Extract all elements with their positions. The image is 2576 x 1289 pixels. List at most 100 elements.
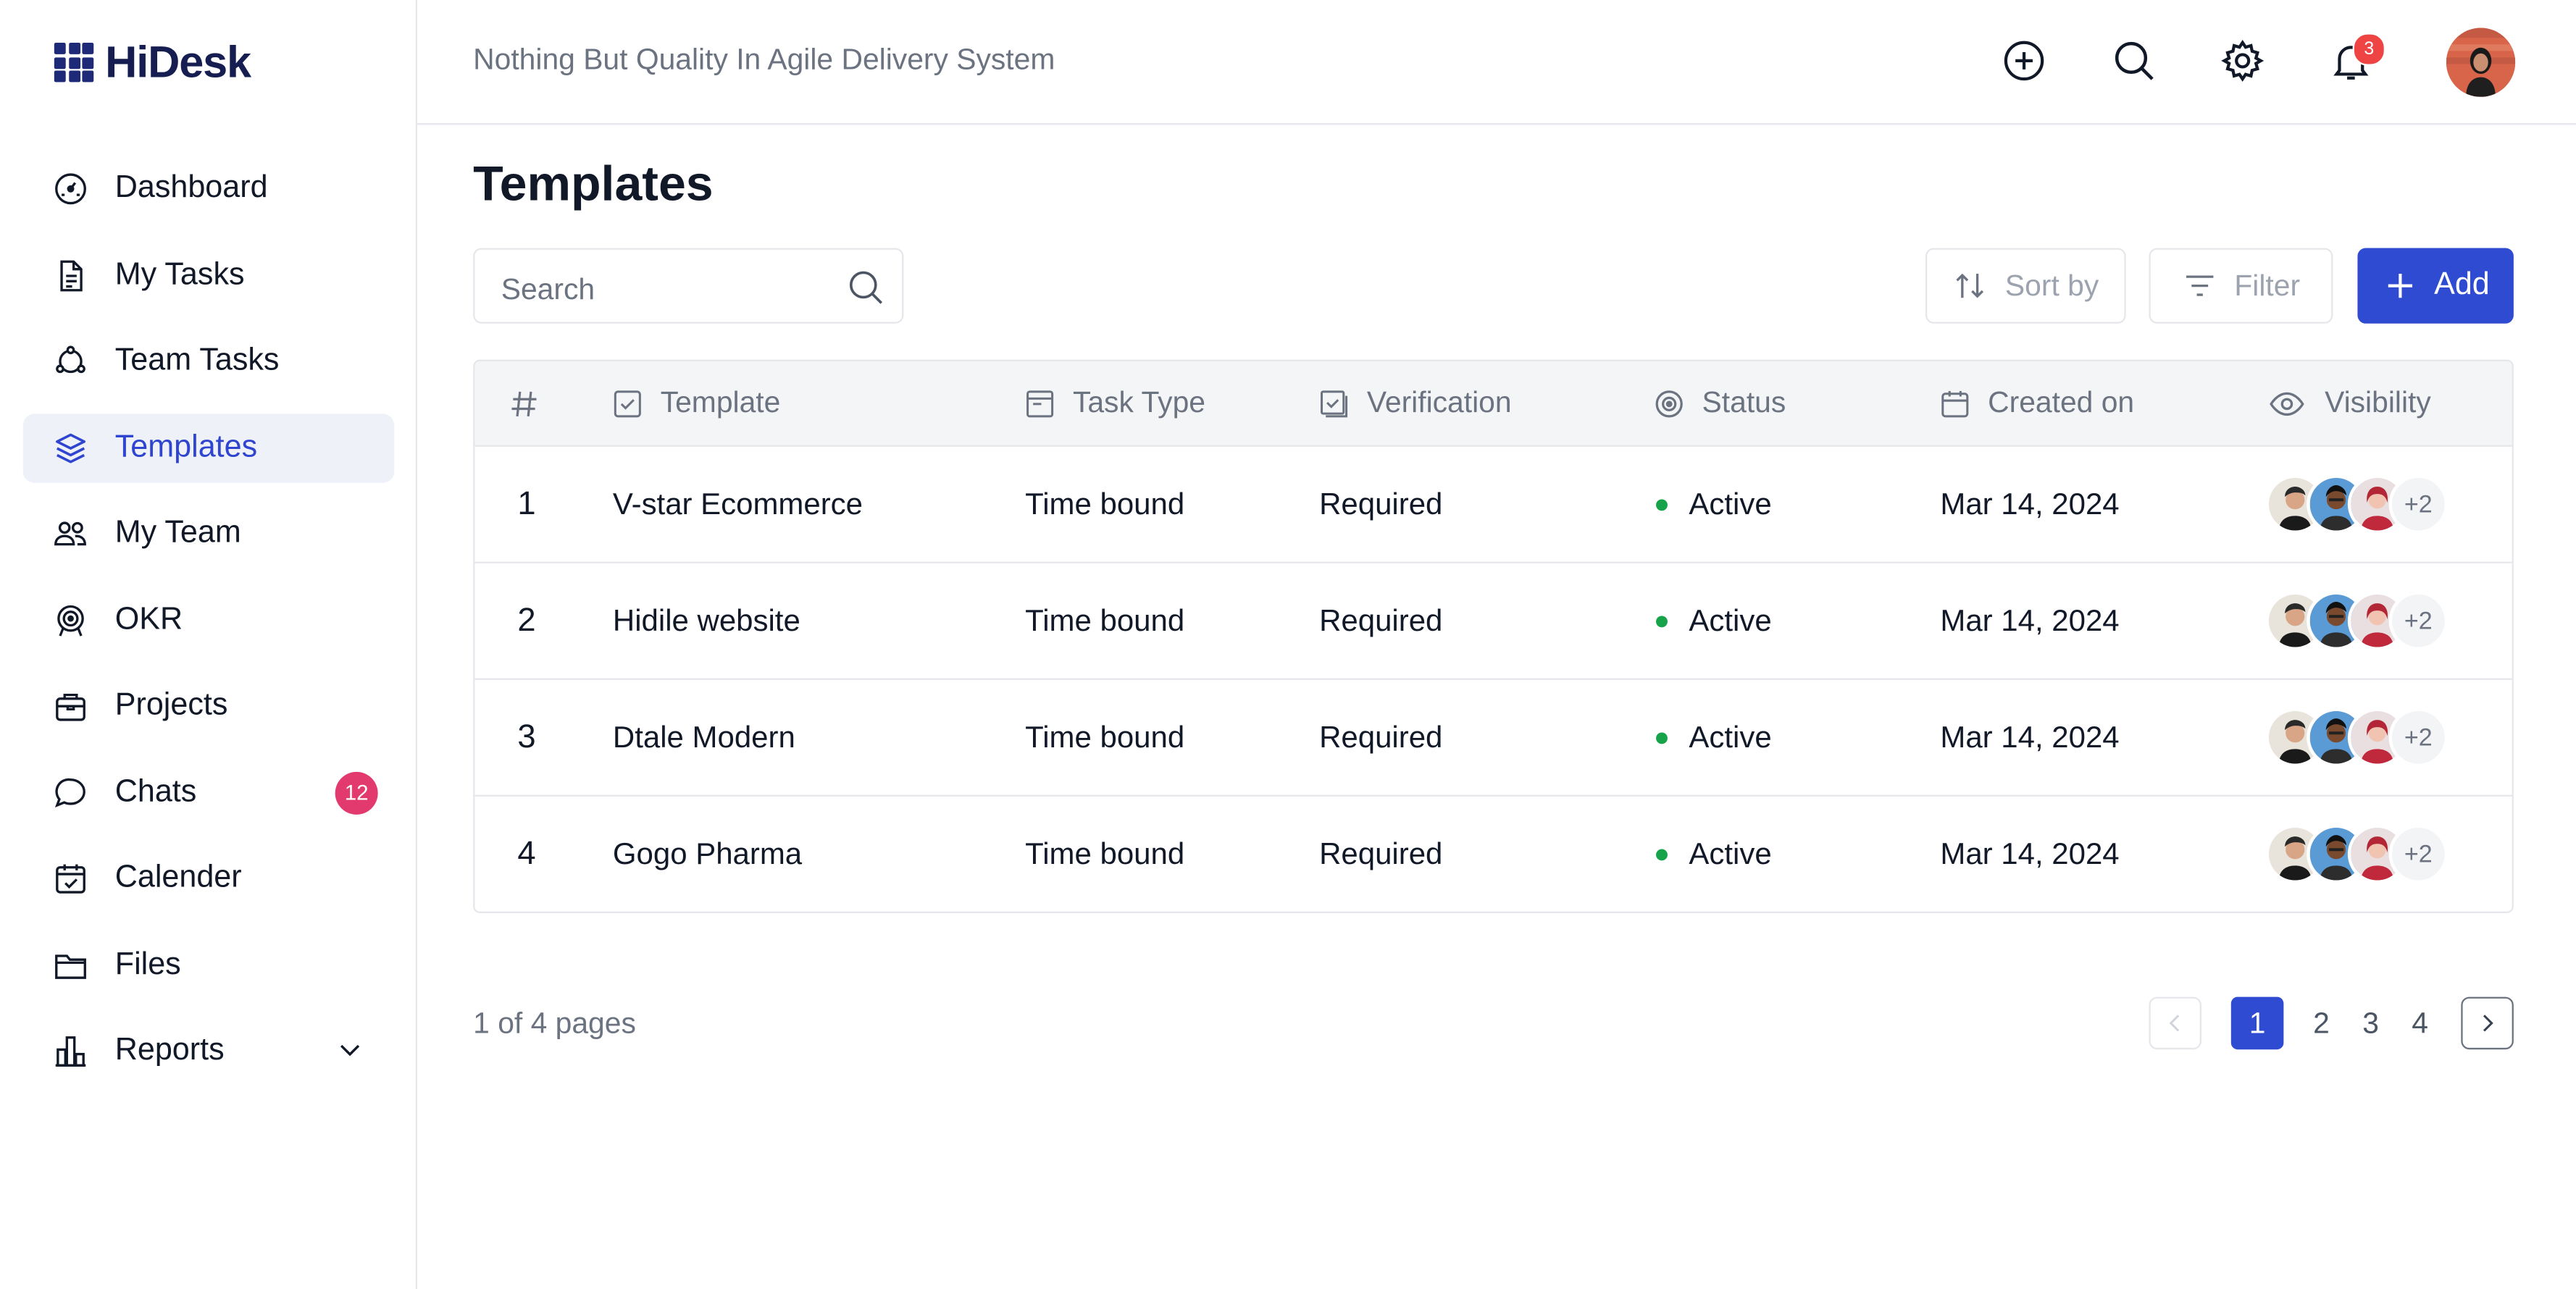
verification: Required <box>1319 602 1443 637</box>
chevron-right-icon <box>2483 1015 2493 1032</box>
sidebar-item-calender[interactable]: Calender <box>23 844 395 913</box>
logo-mark-icon <box>54 42 94 83</box>
briefcase-icon <box>53 688 89 724</box>
sidebar-item-files[interactable]: Files <box>23 931 395 999</box>
filter-button-label: Filter <box>2234 268 2301 302</box>
created-on: Mar 14, 2024 <box>1940 602 2120 637</box>
filter-button[interactable]: Filter <box>2149 248 2333 324</box>
task-type: Time bound <box>1025 486 1185 521</box>
sidebar-item-label: Reports <box>114 1033 225 1068</box>
sidebar-item-okr[interactable]: OKR <box>23 586 395 655</box>
sidebar-item-my-team[interactable]: My Team <box>23 499 395 568</box>
unread-count-badge: 12 <box>335 771 378 814</box>
table-row[interactable]: 2 Hidile website Time bound Required Act… <box>474 563 2512 680</box>
gear-icon[interactable] <box>2218 36 2267 85</box>
more-avatars-count: +2 <box>2388 474 2449 534</box>
document-icon <box>53 257 89 293</box>
sidebar-item-label: Files <box>114 946 181 982</box>
created-on: Mar 14, 2024 <box>1940 836 2120 870</box>
more-avatars-count: +2 <box>2388 824 2449 884</box>
visibility-avatars[interactable]: +2 <box>2265 708 2449 768</box>
prev-page-button[interactable] <box>2149 996 2201 1050</box>
created-on: Mar 14, 2024 <box>1940 719 2120 754</box>
sidebar-item-label: Chats <box>114 774 197 809</box>
sidebar-item-projects[interactable]: Projects <box>23 672 395 741</box>
status-cell: Active <box>1656 797 1772 912</box>
column-task-type[interactable]: Task Type <box>1024 361 1205 445</box>
sort-arrows-icon <box>1957 273 1985 298</box>
search-icon[interactable] <box>2109 36 2159 85</box>
status-label: Active <box>1689 486 1772 521</box>
status-dot-icon <box>1656 615 1668 627</box>
status-cell: Active <box>1656 447 1772 562</box>
search-input[interactable] <box>498 266 833 312</box>
visibility-avatars[interactable]: +2 <box>2265 474 2449 534</box>
status-label: Active <box>1689 836 1772 870</box>
verification: Required <box>1319 719 1443 754</box>
column-template[interactable]: Template <box>611 361 780 445</box>
sidebar-item-label: OKR <box>114 602 183 637</box>
column-label: Task Type <box>1072 385 1206 419</box>
sidebar-item-dashboard[interactable]: Dashboard <box>23 154 395 223</box>
filter-icon <box>2186 275 2214 296</box>
table-row[interactable]: 3 Dtale Modern Time bound Required Activ… <box>474 680 2512 797</box>
team-nodes-icon <box>53 343 89 379</box>
add-button[interactable]: Add <box>2357 248 2514 324</box>
verification: Required <box>1319 486 1443 521</box>
status-dot-icon <box>1656 731 1668 744</box>
template-name: Dtale Modern <box>612 719 795 754</box>
sidebar-item-team-tasks[interactable]: Team Tasks <box>23 327 395 395</box>
column-label: Verification <box>1366 385 1512 419</box>
page-2[interactable]: 2 <box>2297 997 2346 1050</box>
search-icon[interactable] <box>846 268 885 307</box>
sidebar-item-reports[interactable]: Reports <box>23 1017 395 1086</box>
bell-icon[interactable]: 3 <box>2326 33 2385 85</box>
app-tagline: Nothing But Quality In Agile Delivery Sy… <box>473 42 1055 76</box>
status-label: Active <box>1689 602 1772 637</box>
chevron-left-icon <box>2169 1015 2180 1032</box>
visibility-avatars[interactable]: +2 <box>2265 824 2449 884</box>
users-icon <box>53 516 89 552</box>
add-circle-icon[interactable] <box>1999 36 2049 85</box>
visibility-avatars[interactable]: +2 <box>2265 591 2449 651</box>
chat-icon <box>53 774 89 810</box>
task-type: Time bound <box>1025 719 1185 754</box>
column-status[interactable]: Status <box>1653 361 1786 445</box>
sidebar-item-my-tasks[interactable]: My Tasks <box>23 240 395 309</box>
notification-badge: 3 <box>2352 33 2385 66</box>
page-3[interactable]: 3 <box>2346 997 2396 1050</box>
page-title: Templates <box>473 157 714 212</box>
dashboard-gauge-icon <box>53 171 89 207</box>
status-cell: Active <box>1656 563 1772 679</box>
user-avatar[interactable] <box>2446 28 2516 97</box>
task-type: Time bound <box>1025 602 1185 637</box>
sidebar-item-templates[interactable]: Templates <box>22 413 395 482</box>
hash-icon <box>511 390 537 416</box>
calendar-check-icon <box>53 860 89 897</box>
templates-table: Template Task Type Verification Status C… <box>473 359 2514 913</box>
sidebar-item-label: Dashboard <box>114 170 268 206</box>
logo[interactable]: HiDesk <box>54 36 251 89</box>
add-button-label: Add <box>2434 267 2490 303</box>
sidebar-item-chats[interactable]: Chats 12 <box>23 758 395 827</box>
page-1[interactable]: 1 <box>2230 996 2284 1050</box>
eye-icon <box>2270 391 2304 415</box>
chevron-down-icon[interactable] <box>335 1035 365 1065</box>
sidebar: HiDesk Dashboard My Tasks Team Tasks Tem… <box>0 0 418 1289</box>
status-dot-icon <box>1656 848 1668 860</box>
sidebar-item-label: Calender <box>114 860 242 896</box>
created-on: Mar 14, 2024 <box>1940 486 2120 521</box>
layers-icon <box>53 429 89 466</box>
calendar-icon <box>1941 390 1969 417</box>
sidebar-item-label: Team Tasks <box>114 343 280 378</box>
next-page-button[interactable] <box>2461 996 2514 1050</box>
column-verification[interactable]: Verification <box>1318 361 1512 445</box>
table-row[interactable]: 4 Gogo Pharma Time bound Required Active… <box>474 797 2512 912</box>
page-4[interactable]: 4 <box>2396 997 2445 1050</box>
status-cell: Active <box>1656 680 1772 795</box>
table-row[interactable]: 1 V-star Ecommerce Time bound Required A… <box>474 447 2512 563</box>
column-visibility[interactable]: Visibility <box>2265 361 2431 445</box>
sort-button[interactable]: Sort by <box>1925 248 2126 324</box>
more-avatars-count: +2 <box>2388 591 2449 651</box>
column-created-on[interactable]: Created on <box>1939 361 2134 445</box>
